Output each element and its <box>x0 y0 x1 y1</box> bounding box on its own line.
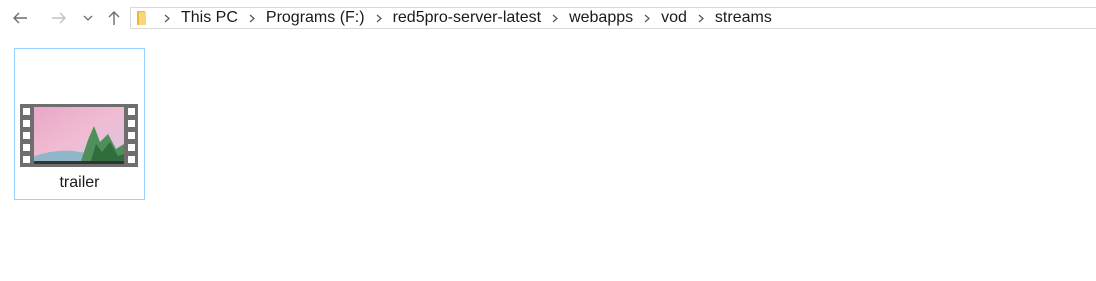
up-button[interactable] <box>103 6 125 30</box>
chevron-right-icon[interactable] <box>247 8 257 28</box>
file-name-label: trailer <box>59 174 100 191</box>
arrow-up-icon <box>108 11 120 25</box>
breadcrumb-this-pc[interactable]: This PC <box>178 8 241 28</box>
arrow-left-icon <box>13 12 27 24</box>
chevron-right-icon[interactable] <box>642 8 652 28</box>
forward-button[interactable] <box>47 6 71 30</box>
folder-icon <box>134 8 150 28</box>
chevron-right-icon[interactable] <box>374 8 384 28</box>
chevron-right-icon[interactable] <box>162 8 172 28</box>
file-list-area[interactable]: trailer <box>0 38 1096 281</box>
breadcrumb-red5pro-server-latest[interactable]: red5pro-server-latest <box>390 8 545 28</box>
breadcrumb-programs-drive[interactable]: Programs (F:) <box>263 8 368 28</box>
chevron-right-icon[interactable] <box>550 8 560 28</box>
recent-locations-button[interactable] <box>80 6 96 30</box>
video-file-thumbnail-icon <box>20 104 138 167</box>
breadcrumb-webapps[interactable]: webapps <box>566 8 636 28</box>
file-item-trailer[interactable]: trailer <box>14 48 145 200</box>
navigation-bar: This PC Programs (F:) red5pro-server-lat… <box>0 0 1096 38</box>
back-button[interactable] <box>8 6 32 30</box>
arrow-right-icon <box>52 12 66 24</box>
chevron-right-icon[interactable] <box>696 8 706 28</box>
address-bar[interactable]: This PC Programs (F:) red5pro-server-lat… <box>130 7 1096 29</box>
chevron-down-icon <box>83 15 93 21</box>
breadcrumb-streams[interactable]: streams <box>712 8 775 28</box>
breadcrumb-vod[interactable]: vod <box>658 8 690 28</box>
